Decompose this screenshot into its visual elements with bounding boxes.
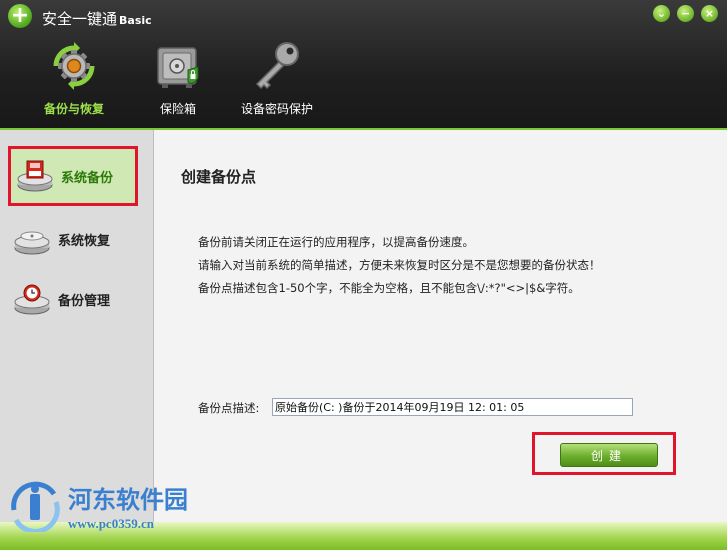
sidebar-item-label: 备份管理 (58, 293, 111, 309)
title-bar: + 安全一键通 Basic ⌄ − × 备份与恢复 保险箱 设备密码保护 (0, 0, 727, 130)
instruction-line: 备份前请关闭正在运行的应用程序，以提高备份速度。 (198, 235, 474, 249)
gear-icon (48, 40, 100, 92)
tab-device-password[interactable]: 设备密码保护 (232, 40, 322, 117)
backup-description-input[interactable] (272, 398, 633, 416)
tab-backup-restore-label: 备份与恢复 (43, 102, 104, 116)
sidebar-item-system-restore[interactable]: 系统恢复 (8, 214, 136, 264)
sidebar-item-label: 系统备份 (61, 170, 114, 186)
app-logo-icon: + (8, 4, 32, 28)
sidebar-item-system-backup[interactable]: 系统备份 (8, 146, 138, 206)
minimize-button[interactable]: − (677, 5, 694, 22)
app-edition: Basic (119, 14, 152, 27)
page-title: 创建备份点 (181, 168, 257, 186)
create-button[interactable]: 创建 (560, 443, 658, 467)
disk-manage-icon (12, 282, 52, 316)
instruction-line: 备份点描述包含1-50个字，不能全为空格，且不能包含\/:*?"<>|$&字符。 (198, 281, 580, 295)
collapse-button[interactable]: ⌄ (653, 5, 670, 22)
main-panel: 创建备份点 备份前请关闭正在运行的应用程序，以提高备份速度。 请输入对当前系统的… (154, 130, 727, 522)
app-window: + 安全一键通 Basic ⌄ − × 备份与恢复 保险箱 设备密码保护 系统备… (0, 0, 727, 550)
sidebar-item-backup-manage[interactable]: 备份管理 (8, 274, 136, 324)
app-title: 安全一键通 Basic (42, 8, 152, 29)
create-button-highlight: 创建 (532, 432, 676, 475)
instruction-line: 请输入对当前系统的简单描述，方便未来恢复时区分是不是您想要的备份状态！ (198, 258, 601, 272)
watermark-name: 河东软件园 (68, 485, 188, 514)
key-icon (249, 40, 305, 92)
safe-icon (152, 40, 204, 92)
close-button[interactable]: × (701, 5, 718, 22)
watermark-url: www.pc0359.cn (68, 516, 154, 531)
description-label: 备份点描述: (198, 401, 260, 415)
sidebar-item-label: 系统恢复 (58, 233, 111, 249)
tab-device-password-label: 设备密码保护 (240, 102, 313, 116)
instructions: 备份前请关闭正在运行的应用程序，以提高备份速度。 请输入对当前系统的简单描述，方… (198, 231, 601, 300)
tab-safe-label: 保险箱 (159, 102, 196, 116)
watermark: 河东软件园 www.pc0359.cn (8, 476, 218, 542)
tab-backup-restore[interactable]: 备份与恢复 (30, 40, 118, 117)
window-controls: ⌄ − × (653, 5, 718, 22)
tab-safe[interactable]: 保险箱 (150, 40, 206, 117)
sidebar: 系统备份 系统恢复 备份管理 (0, 130, 154, 522)
watermark-logo-icon (8, 480, 62, 534)
disk-restore-icon (12, 222, 52, 256)
disk-backup-icon (15, 159, 55, 193)
app-title-text: 安全一键通 (42, 10, 118, 28)
